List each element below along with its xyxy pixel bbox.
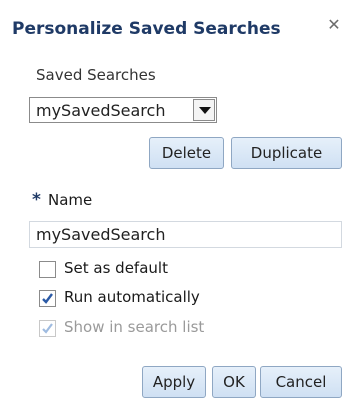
apply-button[interactable]: Apply — [142, 366, 206, 398]
cancel-button[interactable]: Cancel — [260, 366, 342, 398]
run-automatically-checkbox[interactable] — [39, 290, 56, 307]
dialog-title: Personalize Saved Searches — [12, 19, 281, 39]
ok-button[interactable]: OK — [212, 366, 256, 398]
saved-searches-select[interactable]: mySavedSearch — [29, 97, 217, 123]
close-icon[interactable]: ✕ — [325, 16, 343, 34]
duplicate-button[interactable]: Duplicate — [231, 137, 342, 169]
delete-button[interactable]: Delete — [149, 137, 224, 169]
required-marker: * — [32, 190, 41, 210]
set-as-default-checkbox[interactable] — [39, 261, 56, 278]
personalize-saved-searches-dialog: Personalize Saved Searches ✕ Saved Searc… — [0, 0, 347, 403]
check-icon — [42, 293, 53, 304]
dropdown-arrow-icon[interactable] — [193, 99, 215, 121]
saved-searches-selected-value: mySavedSearch — [36, 101, 166, 120]
set-as-default-label: Set as default — [64, 259, 168, 277]
saved-searches-label: Saved Searches — [36, 66, 156, 84]
check-icon — [42, 323, 53, 334]
show-in-search-list-checkbox[interactable] — [39, 320, 56, 337]
name-input[interactable]: mySavedSearch — [29, 221, 342, 248]
name-label: Name — [48, 191, 93, 209]
show-in-search-list-label: Show in search list — [64, 318, 205, 336]
name-input-value: mySavedSearch — [36, 225, 166, 244]
run-automatically-label: Run automatically — [64, 288, 200, 306]
